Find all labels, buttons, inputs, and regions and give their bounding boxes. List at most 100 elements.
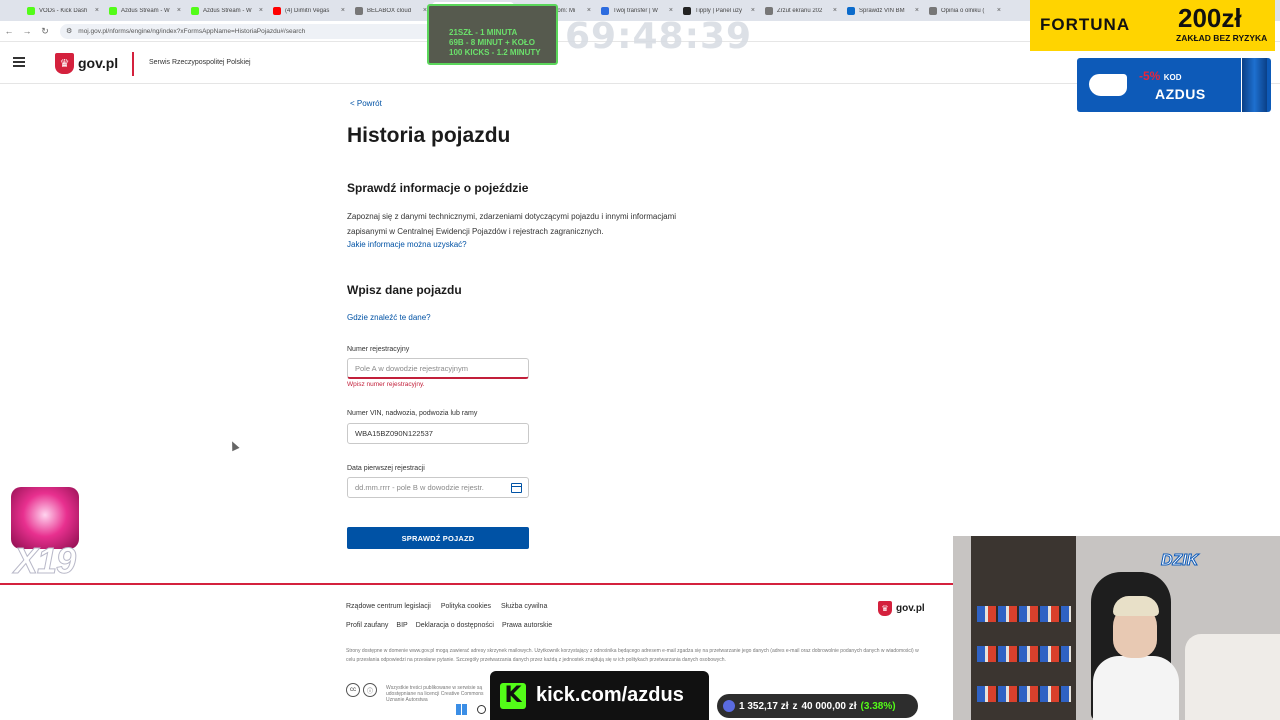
gov-logo-text[interactable]: gov.pl: [78, 55, 118, 71]
tab-label: Twój transfer | W: [613, 7, 658, 14]
vin-input[interactable]: WBA15BZ090N122537: [347, 423, 529, 444]
polish-eagle-icon[interactable]: ♛: [55, 53, 74, 74]
where-to-find-link[interactable]: Gdzie znaleźć te dane?: [347, 313, 431, 322]
dzik-code: AZDUS: [1155, 86, 1206, 102]
mouse-cursor-icon: [228, 439, 240, 452]
streamer-hair: [1113, 596, 1159, 616]
bull-icon: [1089, 74, 1127, 96]
browser-tab[interactable]: BELABOX cloud ×: [350, 2, 432, 19]
intro-text: Zapoznaj się z danymi technicznymi, zdar…: [347, 212, 677, 236]
tab-favicon-icon: [273, 6, 281, 15]
goal-description: na naprawe bmw: [758, 676, 835, 687]
tab-close-icon[interactable]: ×: [833, 7, 837, 14]
footer-logo[interactable]: ♛ gov.pl: [878, 601, 925, 616]
browser-tab[interactable]: Opinia o olniku (×: [924, 2, 1006, 19]
back-link[interactable]: < Powrót: [350, 99, 382, 108]
site-info-icon[interactable]: ⚙: [66, 27, 72, 35]
tab-favicon-icon: [191, 6, 199, 15]
code-label: KOD: [1163, 73, 1182, 82]
goal-target: 40 000,00 zł: [801, 700, 857, 712]
footer-link[interactable]: Polityka cookies: [441, 603, 491, 610]
search-icon[interactable]: [477, 704, 486, 714]
browser-tab[interactable]: Sprawdź VIN BM ×: [842, 2, 924, 19]
tab-favicon-icon: [847, 6, 855, 15]
registration-error-message: Wpisz numer rejestracyjny.: [347, 381, 425, 388]
reload-icon[interactable]: ↻: [36, 26, 54, 37]
license-icons: cc ⓘ: [346, 683, 377, 697]
tab-close-icon[interactable]: ×: [587, 7, 591, 14]
browser-tab[interactable]: Azdus Stream - W ×: [104, 2, 186, 19]
footer-logo-text: gov.pl: [896, 603, 925, 614]
tab-favicon-icon: [355, 6, 363, 15]
url-field[interactable]: ⚙ moj.gov.pl/nforms/engine/ng/index?xFor…: [60, 23, 480, 39]
tab-close-icon[interactable]: ×: [669, 7, 673, 14]
page-title: Historia pojazdu: [347, 124, 511, 147]
fortuna-amount: 200zł: [1178, 3, 1242, 33]
info-link[interactable]: Jakie informacje można uzyskać?: [347, 240, 467, 249]
calendar-icon[interactable]: [511, 483, 522, 493]
date-placeholder: dd.mm.rrrr - pole B w dowodzie rejestr.: [355, 483, 484, 492]
footer-links-primary: Rządowe centrum legislacji Polityka cooki…: [346, 603, 547, 610]
goal-of: z: [792, 700, 798, 712]
streamer-shirt: [1093, 656, 1179, 720]
first-registration-date-label: Data pierwszej rejestracji: [347, 465, 425, 472]
dzik-ad-banner: -5% KOD AZDUS: [1077, 58, 1271, 112]
tab-close-icon[interactable]: ×: [341, 7, 345, 14]
footer-privacy-notice: Strony dostępne w domenie www.gov.pl mog…: [346, 648, 919, 663]
forward-arrow-icon[interactable]: →: [18, 26, 36, 36]
tab-favicon-icon: [929, 6, 937, 15]
fortuna-brand: FORTUNA: [1040, 15, 1131, 34]
promo-line: 69B - 8 MINUT + KOŁO: [449, 38, 536, 47]
browser-tab[interactable]: VODs - Kick Dash ×: [22, 2, 104, 19]
goal-current: 1 352,17 zł: [739, 700, 789, 712]
footer-link[interactable]: Deklaracja o dostępności: [416, 622, 494, 629]
first-registration-date-input[interactable]: dd.mm.rrrr - pole B w dowodzie rejestr.: [347, 477, 529, 498]
tab-favicon-icon: [109, 6, 117, 15]
drink-shelf-row: [977, 686, 1071, 702]
footer-link[interactable]: Rządowe centrum legislacji: [346, 603, 431, 610]
tab-close-icon[interactable]: ×: [259, 7, 263, 14]
footer-link[interactable]: Profil zaufany: [346, 622, 388, 629]
attribution-icon: ⓘ: [363, 683, 377, 697]
dzik-discount: -5% KOD: [1139, 69, 1181, 83]
hamburger-menu-icon[interactable]: [13, 57, 25, 67]
tab-label: BELABOX cloud: [367, 7, 412, 14]
kick-channel-url: kick.com/azdus: [536, 684, 684, 706]
tab-label: VODs - Kick Dash: [39, 7, 88, 14]
donation-goal-bar: 1 352,17 zł z 40 000,00 zł (3.38%): [717, 694, 918, 718]
windows-start-icon[interactable]: [456, 703, 467, 715]
footer-link[interactable]: Prawa autorskie: [502, 622, 552, 629]
tab-close-icon[interactable]: ×: [997, 7, 1001, 14]
service-name: Serwis Rzeczypospolitej Polskiej: [149, 59, 251, 66]
energy-drink-can-icon: [1241, 58, 1267, 112]
tab-close-icon[interactable]: ×: [751, 7, 755, 14]
tab-favicon-icon: [683, 6, 691, 15]
emote-counter: X19: [13, 540, 76, 582]
registration-label: Numer rejestracyjny: [347, 346, 410, 353]
dzik-logo: DZIK: [1160, 552, 1199, 570]
drink-shelf-row: [977, 646, 1071, 662]
tab-close-icon[interactable]: ×: [95, 7, 99, 14]
footer-link[interactable]: Służba cywilna: [501, 603, 547, 610]
footer-link[interactable]: BIP: [396, 622, 407, 629]
coin-icon: [723, 700, 735, 712]
browser-tab[interactable]: Zrzut ekranu 202 ×: [760, 2, 842, 19]
tab-label: Tipply | Panel uży: [695, 7, 743, 14]
tab-favicon-icon: [27, 6, 35, 15]
tab-close-icon[interactable]: ×: [177, 7, 181, 14]
browser-tab[interactable]: Azdus Stream - W ×: [186, 2, 268, 19]
check-vehicle-button[interactable]: SPRAWDŹ POJAZD: [347, 527, 529, 549]
tab-favicon-icon: [601, 6, 609, 15]
fortuna-subtitle: ZAKŁAD BEZ RYZYKA: [1176, 33, 1268, 43]
section-title: Sprawdź informacje o pojeździe: [347, 181, 529, 195]
form-title: Wpisz dane pojazdu: [347, 283, 462, 297]
promo-line: 100 KICKS - 1.2 MINUTY: [449, 48, 541, 57]
back-arrow-icon[interactable]: ←: [0, 26, 18, 36]
tab-label: Sprawdź VIN BM: [859, 7, 905, 14]
fortuna-ad-banner: FORTUNA 200zł ZAKŁAD BEZ RYZYKA: [1030, 0, 1275, 51]
registration-number-input[interactable]: Pole A w dowodzie rejestracyjnym: [347, 358, 529, 379]
tab-close-icon[interactable]: ×: [915, 7, 919, 14]
browser-tab[interactable]: (4) Dimitri Vegas ×: [268, 2, 350, 19]
vin-label: Numer VIN, nadwozia, podwozia lub ramy: [347, 410, 478, 417]
subathon-timer: 69:48:39: [565, 16, 753, 57]
